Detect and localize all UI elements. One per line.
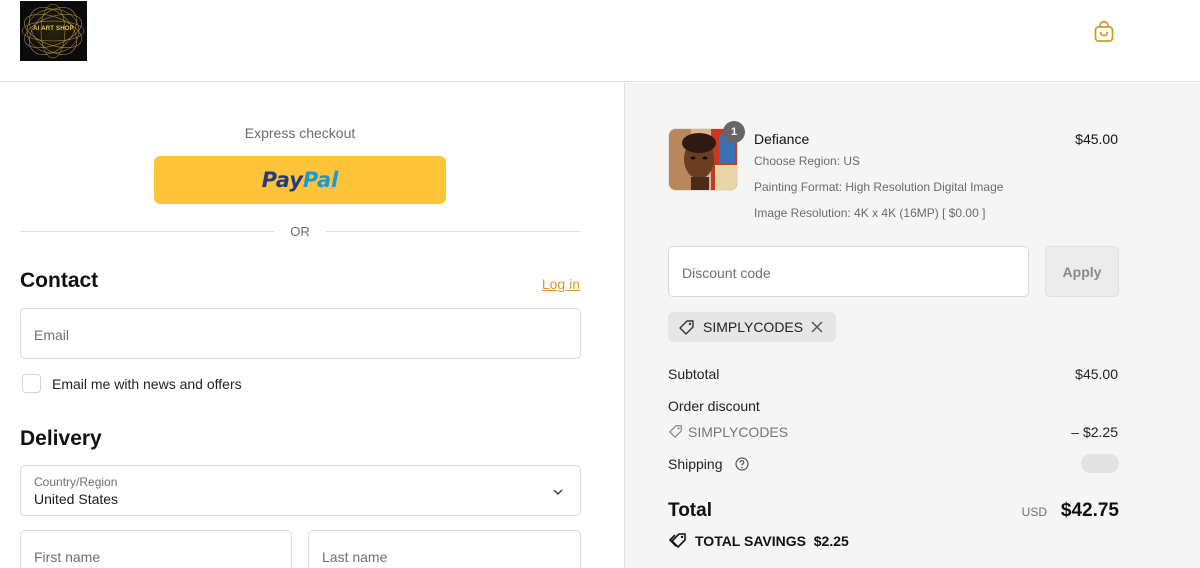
discount-code-name: SIMPLYCODES [688,424,789,440]
or-separator: OR [290,224,310,239]
first-name-field[interactable]: First name [20,530,292,568]
divider [20,231,274,232]
shopping-bag-icon[interactable] [1092,20,1116,44]
tag-icon [679,320,694,335]
country-label: Country/Region [34,475,118,489]
last-name-placeholder: Last name [322,549,388,565]
login-link[interactable]: Log in [520,276,580,292]
chevron-down-icon [553,489,563,496]
divider [326,231,580,232]
country-select[interactable]: Country/Region United States [20,465,581,516]
item-option-resolution: Image Resolution: 4K x 4K (16MP) [ $0.00… [754,206,986,220]
email-field[interactable]: Email [20,308,581,359]
discount-code-row: SIMPLYCODES [668,424,788,440]
total-savings-text: TOTAL SAVINGS $2.25 [695,533,849,549]
subtotal-label: Subtotal [668,366,720,382]
apply-discount-button[interactable]: Apply [1045,246,1119,297]
total-amount: $42.75 [1060,500,1119,521]
checkout-form: Express checkout Pay Pal OR Contact Log i… [0,83,624,568]
country-value: United States [34,491,119,507]
item-price: $45.00 [1075,131,1118,147]
header: AI ART SHOP [0,0,1200,82]
discount-amount: – $2.25 [1071,424,1118,440]
tag-icon [669,425,682,438]
subtotal-value: $45.00 [1075,366,1118,382]
newsletter-checkbox[interactable] [22,374,41,393]
shipping-value-placeholder [1081,454,1119,473]
item-option-region: Choose Region: US [754,154,861,168]
shop-logo[interactable]: AI ART SHOP [20,1,87,61]
delivery-heading: Delivery [20,427,102,450]
order-summary: 1 Defiance $45.00 Choose Region: US Pain… [624,83,1200,568]
savings-tag-icon [669,533,686,548]
express-checkout-label: Express checkout [244,125,356,141]
paypal-button[interactable]: Pay Pal [154,156,446,204]
shipping-label: Shipping [668,456,723,472]
last-name-field[interactable]: Last name [308,530,581,568]
paypal-logo-pal: Pal [302,168,339,192]
logo-text: AI ART SHOP [33,26,74,32]
email-placeholder: Email [34,327,70,343]
first-name-placeholder: First name [34,549,101,565]
total-label: Total [668,500,712,521]
total-currency: USD [1021,505,1047,519]
item-option-format: Painting Format: High Resolution Digital… [754,180,1004,194]
quantity-badge: 1 [723,121,745,143]
order-discount-label: Order discount [668,398,760,414]
remove-code-icon[interactable] [810,320,824,334]
applied-code-text: SIMPLYCODES [703,319,804,335]
discount-code-input[interactable]: Discount code [668,246,1029,297]
applied-code-chip: SIMPLYCODES [668,312,836,342]
paypal-logo-pay: Pay [261,168,303,192]
help-circle-icon[interactable] [735,457,749,471]
total-savings: TOTAL SAVINGS $2.25 [668,532,849,549]
contact-heading: Contact [20,269,99,292]
item-name: Defiance [754,131,810,147]
newsletter-label: Email me with news and offers [52,376,242,392]
discount-placeholder: Discount code [682,265,771,281]
